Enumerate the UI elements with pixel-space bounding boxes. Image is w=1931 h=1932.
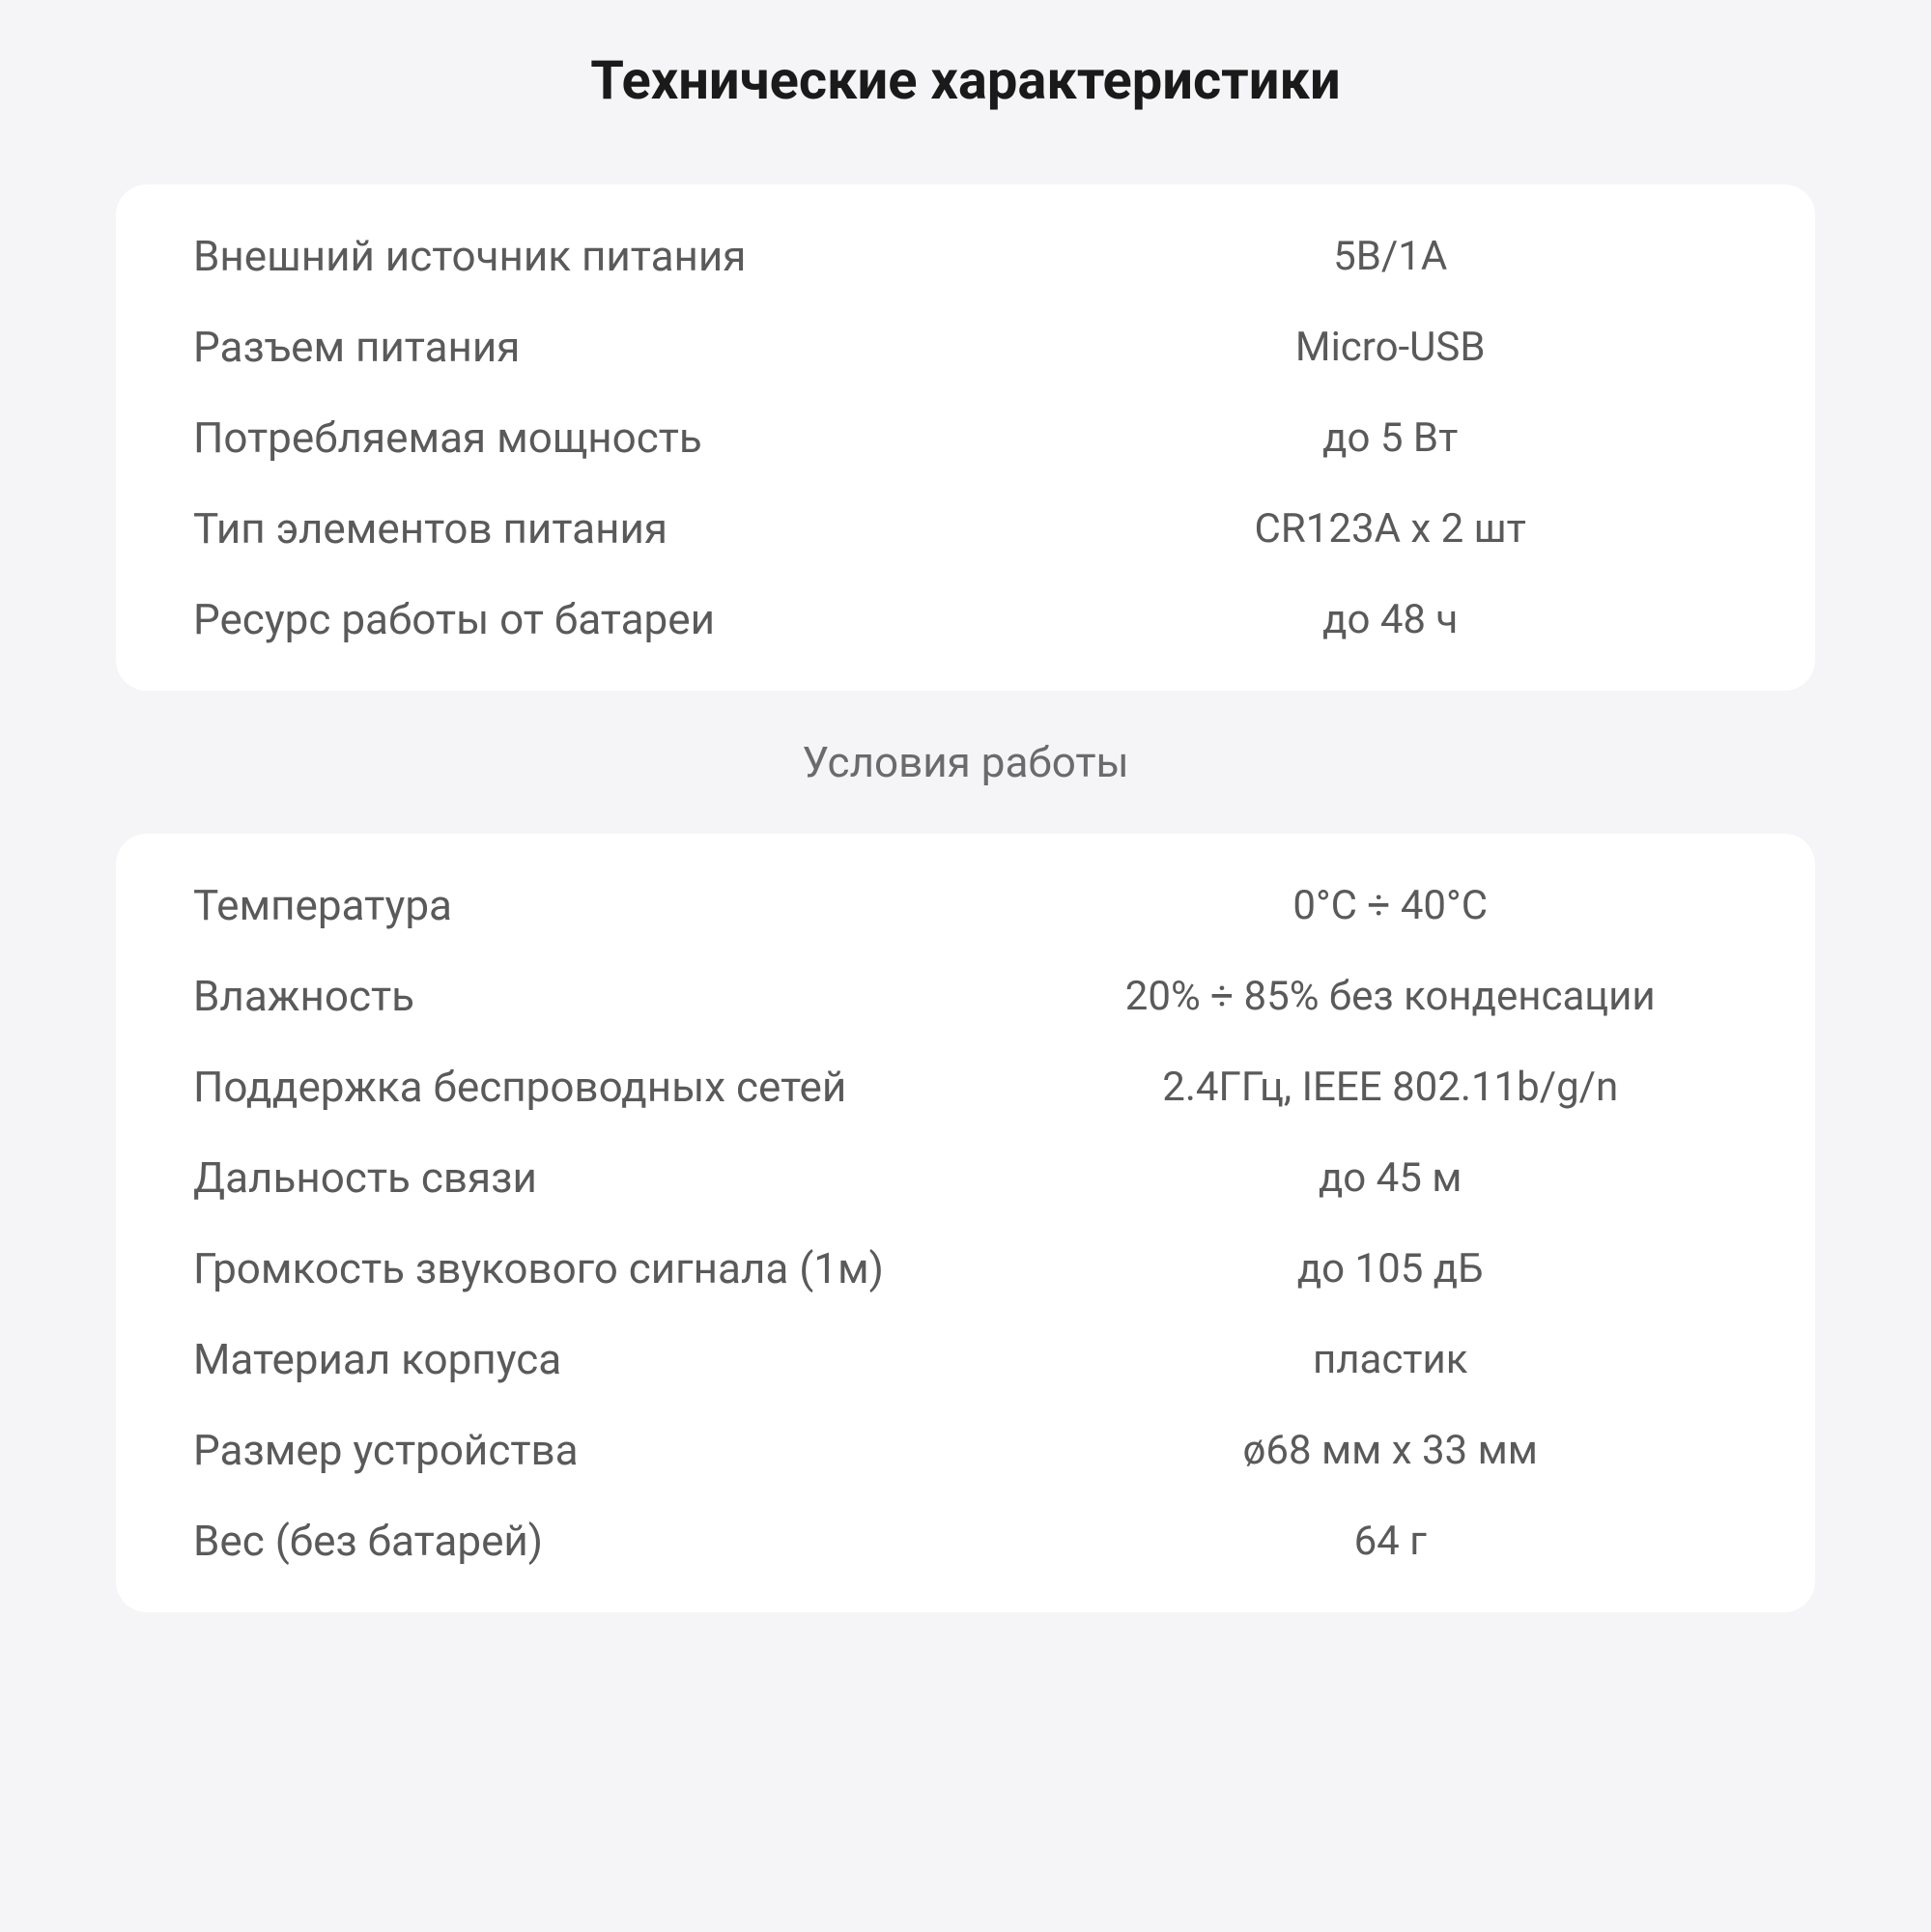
spec-value: 20% ÷ 85% без конденсации [1042,973,1738,1020]
table-row: Тип элементов питания CR123A x 2 шт [193,503,1738,554]
spec-value: 0°C ÷ 40°C [1042,882,1738,929]
spec-label: Дальность связи [193,1152,1042,1203]
table-row: Влажность 20% ÷ 85% без конденсации [193,971,1738,1021]
table-row: Размер устройства ø68 мм x 33 мм [193,1425,1738,1475]
specs-card-2: Температура 0°C ÷ 40°C Влажность 20% ÷ 8… [116,834,1815,1612]
section-subtitle: Условия работы [116,737,1815,787]
spec-value: Micro-USB [1042,324,1738,371]
table-row: Температура 0°C ÷ 40°C [193,880,1738,930]
table-row: Ресурс работы от батареи до 48 ч [193,594,1738,644]
spec-value: ø68 мм x 33 мм [1042,1427,1738,1474]
spec-label: Тип элементов питания [193,503,1042,554]
spec-value: до 45 м [1042,1154,1738,1202]
table-row: Дальность связи до 45 м [193,1152,1738,1203]
spec-value: 2.4ГГц, IEEE 802.11b/g/n [1042,1064,1738,1111]
table-row: Материал корпуса пластик [193,1334,1738,1384]
spec-value: до 105 дБ [1042,1245,1738,1293]
table-row: Потребляемая мощность до 5 Вт [193,412,1738,463]
spec-label: Размер устройства [193,1425,1042,1475]
specs-card-1: Внешний источник питания 5В/1А Разъем пи… [116,185,1815,691]
spec-value: пластик [1042,1336,1738,1383]
spec-label: Поддержка беспроводных сетей [193,1062,1042,1112]
spec-label: Вес (без батарей) [193,1516,1042,1566]
spec-value: 64 г [1042,1518,1738,1565]
table-row: Вес (без батарей) 64 г [193,1516,1738,1566]
spec-value: до 5 Вт [1042,414,1738,462]
spec-label: Громкость звукового сигнала (1м) [193,1243,1042,1293]
table-row: Громкость звукового сигнала (1м) до 105 … [193,1243,1738,1293]
spec-label: Материал корпуса [193,1334,1042,1384]
table-row: Поддержка беспроводных сетей 2.4ГГц, IEE… [193,1062,1738,1112]
spec-label: Ресурс работы от батареи [193,594,1042,644]
table-row: Разъем питания Micro-USB [193,322,1738,372]
spec-value: CR123A x 2 шт [1042,505,1738,553]
spec-label: Температура [193,880,1042,930]
page-title: Технические характеристики [116,48,1815,112]
spec-label: Разъем питания [193,322,1042,372]
spec-value: до 48 ч [1042,596,1738,643]
spec-label: Потребляемая мощность [193,412,1042,463]
spec-label: Внешний источник питания [193,231,1042,281]
spec-value: 5В/1А [1042,233,1738,280]
table-row: Внешний источник питания 5В/1А [193,231,1738,281]
spec-label: Влажность [193,971,1042,1021]
